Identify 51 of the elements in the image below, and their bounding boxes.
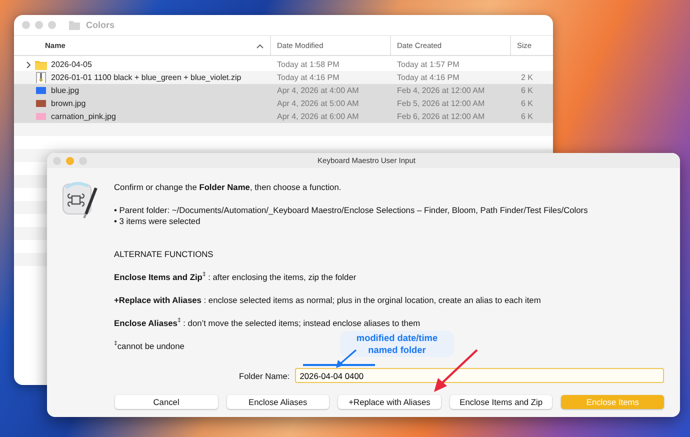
file-size: 6 K (521, 112, 534, 121)
underline-mark (303, 364, 375, 366)
file-name: brown.jpg (51, 99, 86, 108)
minimize-button[interactable] (66, 156, 74, 164)
folder-icon (68, 19, 80, 31)
bullet-text: • Parent folder: ~/Documents/Automation/_Keyboard Maestro/Enclose Selections – Finder, Bloom, Path Finder/Test Files/Colors (114, 205, 588, 216)
description-text: +Replace with Aliases : enclose selected items as normal; plus in the orginal location, create an alias to each item (114, 295, 541, 306)
disclosure-chevron-icon[interactable] (24, 61, 31, 68)
close-button[interactable] (22, 21, 30, 29)
dialog-button[interactable]: Cancel (115, 395, 218, 409)
bullet-text: • 3 items were selected (114, 216, 202, 227)
date-text: Today at 4:16 PM (277, 73, 340, 82)
description-text: Enclose Aliases$^{‡}$ : don’t move the selected items; instead enclose aliases to them (114, 318, 420, 329)
section-heading: ALTERNATE FUNCTIONS (114, 249, 214, 260)
file-size: 2 K (521, 73, 534, 82)
archive-icon (35, 72, 47, 83)
file-row[interactable]: 2026-04-05 Today at 1:58 PM Today at 1:57 PM (14, 58, 553, 71)
folder-name-field[interactable]: 2026-04-04 0400 (294, 368, 664, 383)
date-text: Today at 1:58 PM (277, 60, 340, 69)
file-row[interactable]: brown.jpg Apr 4, 2026 at 5:00 AM Feb 5, 2026 at 12:00 AM 6 K (14, 97, 553, 110)
date-text: Feb 5, 2026 at 12:00 AM (397, 99, 485, 108)
file-name: blue.jpg (51, 86, 80, 95)
dialog-button[interactable]: Enclose Aliases (226, 395, 330, 409)
field-label: Folder Name: (239, 370, 290, 380)
date-text: Feb 4, 2026 at 12:00 AM (397, 86, 485, 95)
zoom-button[interactable] (48, 21, 56, 29)
file-size: 6 K (521, 99, 534, 108)
window-title: Colors (86, 20, 115, 30)
file-size: 6 K (521, 86, 534, 95)
minimize-button[interactable] (35, 21, 43, 29)
date-text: Today at 1:57 PM (397, 60, 460, 69)
prompt-text: Confirm or change the Folder Name, then choose a function. (114, 182, 342, 193)
pointer-arrow (431, 348, 479, 394)
file-name: 2026-04-05 (51, 60, 92, 69)
file-row[interactable]: carnation_pink.jpg Apr 4, 2026 at 6:00 AM Feb 6, 2026 at 12:00 AM 6 K (14, 110, 553, 123)
date-text: Apr 4, 2026 at 4:00 AM (277, 86, 359, 95)
dialog-button[interactable]: +Replace with Aliases (338, 395, 441, 409)
file-name: carnation_pink.jpg (51, 112, 116, 121)
footnote-text: $^{‡}$cannot be undone (114, 341, 184, 352)
date-text: Feb 6, 2026 at 12:00 AM (397, 112, 485, 121)
file-name: 2026-01-01 1100 black + blue_green + blue_violet.zip (51, 73, 242, 82)
date-text: Today at 4:16 PM (397, 73, 460, 82)
sort-caret-icon (256, 42, 264, 48)
description-text: Enclose Items and Zip$^{‡}$ : after enclosing the items, zip the folder (114, 272, 356, 283)
file-row[interactable]: 2026-01-01 1100 black + blue_green + blue_violet.zip Today at 4:16 PM Today at 4:16 PM 2 K (14, 71, 553, 84)
date-text: Apr 4, 2026 at 6:00 AM (277, 112, 359, 121)
date-text: Apr 4, 2026 at 5:00 AM (277, 99, 359, 108)
annotation-callout: modified date/time named folder (340, 331, 454, 357)
folder-icon (35, 59, 47, 70)
dialog-button[interactable]: Enclose Items and Zip (450, 395, 552, 409)
file-row[interactable]: blue.jpg Apr 4, 2026 at 4:00 AM Feb 4, 2026 at 12:00 AM 6 K (14, 84, 553, 97)
